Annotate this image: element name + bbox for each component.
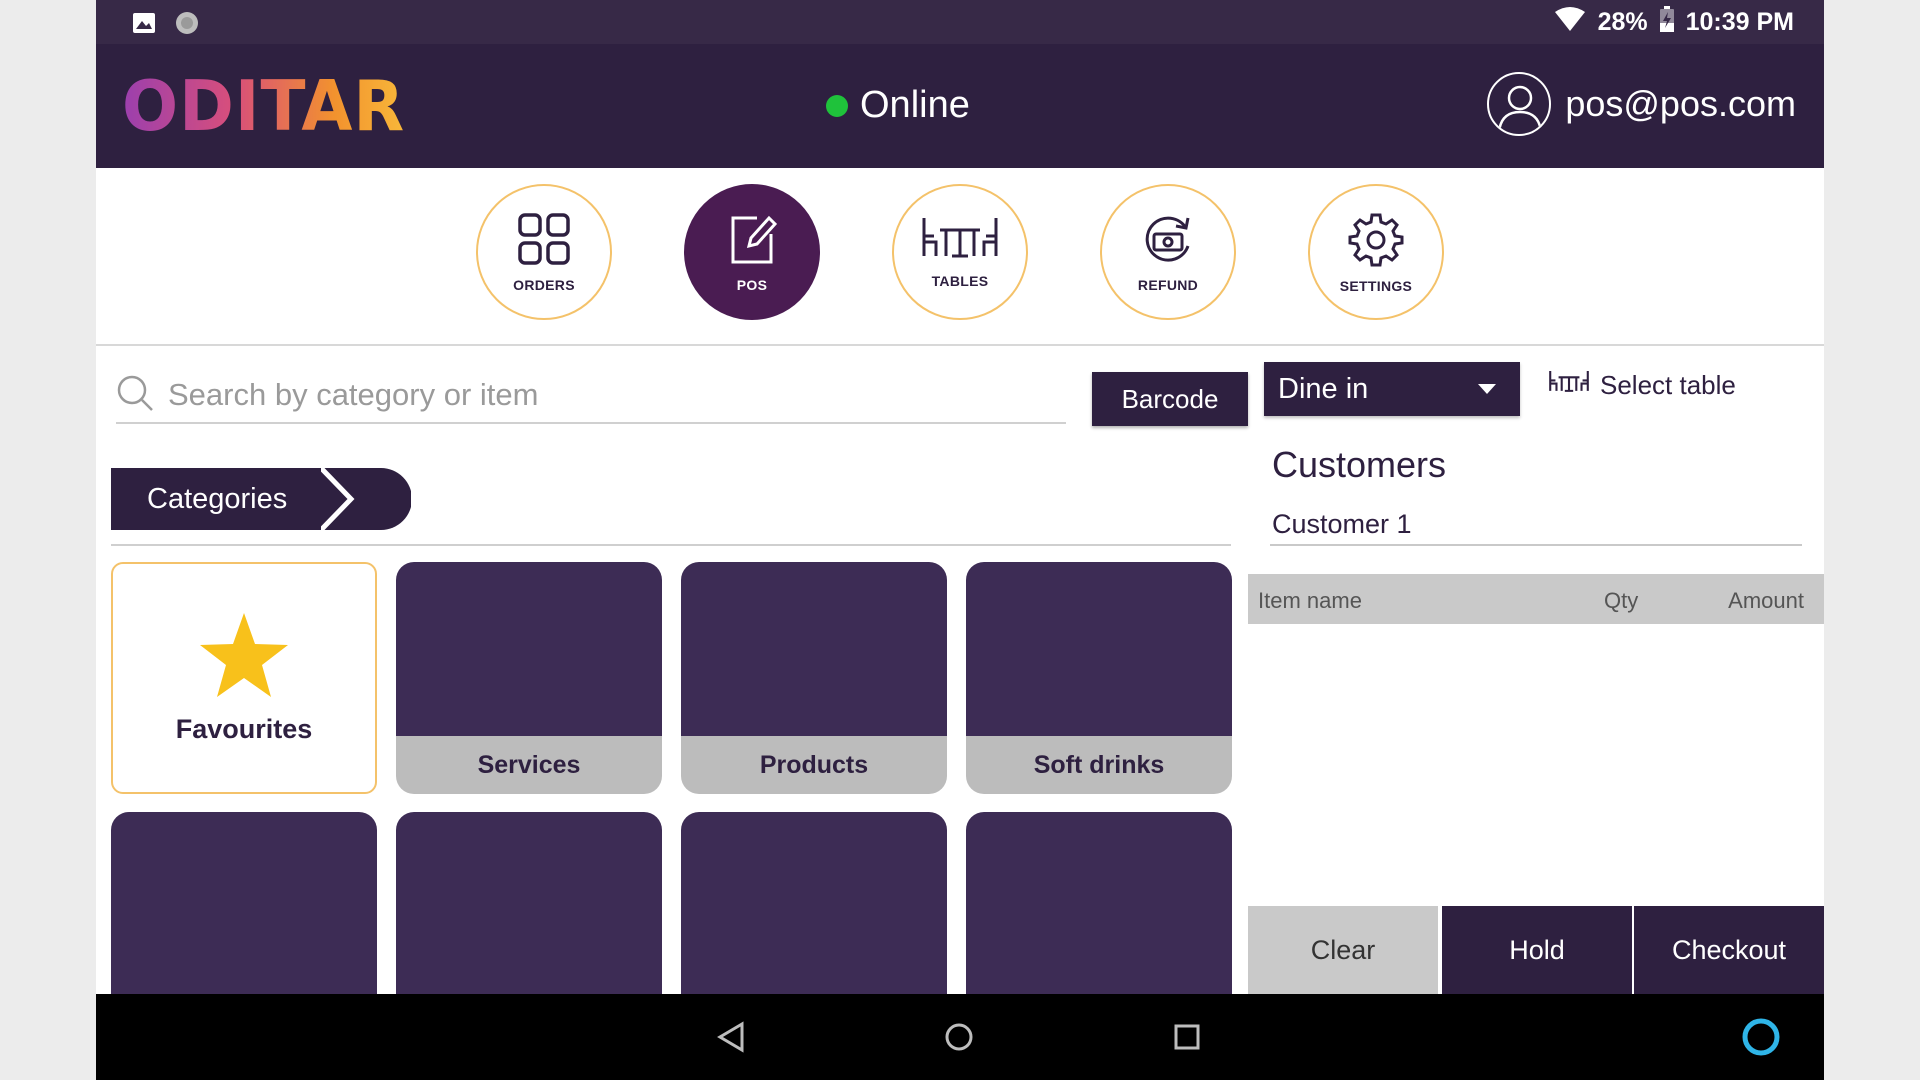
column-amount: Amount — [1728, 588, 1804, 613]
category-tile[interactable] — [396, 812, 662, 1012]
wifi-icon — [1554, 6, 1586, 39]
nav-settings-label: SETTINGS — [1339, 277, 1413, 294]
device-screen: 28% 10:39 PM ODITAR Online pos@pos.com O… — [96, 0, 1824, 1080]
account-menu[interactable]: pos@pos.com — [1487, 72, 1796, 136]
search-input[interactable] — [168, 377, 1028, 413]
hold-button[interactable]: Hold — [1442, 906, 1632, 994]
nav-pos-button[interactable]: POS — [684, 184, 820, 320]
main-nav: ORDERS POS TABLES REFUND SETTINGS — [96, 168, 1824, 346]
nav-refund-label: REFUND — [1137, 276, 1199, 293]
nav-refund-button[interactable]: REFUND — [1100, 184, 1236, 320]
nav-tables-label: TABLES — [931, 272, 989, 289]
search-bar — [116, 368, 1066, 424]
search-icon — [116, 374, 154, 417]
order-items-header: Item name Qty Amount — [1248, 574, 1824, 624]
star-icon — [198, 611, 290, 704]
column-qty: Qty — [1604, 588, 1639, 613]
home-icon[interactable] — [934, 1012, 984, 1062]
category-tile-services[interactable]: Services — [396, 562, 662, 794]
category-tile[interactable] — [111, 812, 377, 1012]
categories-divider — [111, 544, 1231, 546]
category-tile[interactable] — [966, 812, 1232, 1012]
status-bar: 28% 10:39 PM — [96, 0, 1824, 44]
column-item-name: Item name — [1258, 588, 1362, 613]
image-notification-icon — [132, 12, 156, 39]
connection-status-label: Online — [860, 84, 970, 126]
user-avatar-icon — [1487, 72, 1552, 136]
account-email: pos@pos.com — [1565, 83, 1796, 124]
nav-orders-button[interactable]: ORDERS — [476, 184, 612, 320]
tile-label: Soft drinks — [966, 736, 1232, 794]
recents-icon[interactable] — [1162, 1012, 1212, 1062]
connection-status: Online — [826, 84, 970, 127]
categories-breadcrumb[interactable]: Categories — [111, 466, 412, 532]
tile-label: Favourites — [175, 714, 313, 744]
category-tile[interactable] — [681, 812, 947, 1012]
customer-field[interactable]: Customer 1 — [1270, 504, 1802, 546]
nav-settings-button[interactable]: SETTINGS — [1308, 184, 1444, 320]
chevron-right-icon — [319, 466, 412, 532]
edit-icon — [727, 212, 778, 271]
assistant-icon[interactable] — [1736, 1012, 1786, 1062]
nav-pos-label: POS — [736, 276, 768, 293]
back-icon[interactable] — [706, 1012, 756, 1062]
app-header: ODITAR Online pos@pos.com — [96, 44, 1824, 168]
table-icon — [920, 216, 1000, 267]
clear-button[interactable]: Clear — [1248, 906, 1438, 994]
tile-label: Services — [396, 736, 662, 794]
customers-title: Customers — [1272, 444, 1447, 485]
tile-label: Products — [681, 736, 947, 794]
android-nav-bar — [96, 994, 1824, 1080]
nav-orders-label: ORDERS — [513, 276, 575, 293]
grid-icon — [517, 212, 571, 271]
refund-icon — [1140, 212, 1196, 271]
barcode-button[interactable]: Barcode — [1092, 372, 1248, 426]
online-indicator-icon — [826, 94, 848, 117]
caret-down-icon — [1478, 384, 1496, 394]
order-type-value: Dine in — [1278, 372, 1369, 405]
category-tile-favourites[interactable]: Favourites — [111, 562, 377, 794]
select-table-button[interactable]: Select table — [1548, 370, 1736, 401]
categories-label: Categories — [111, 468, 321, 530]
select-table-label: Select table — [1600, 370, 1736, 400]
oditar-logo: ODITAR — [122, 66, 406, 147]
gear-icon — [1348, 211, 1404, 272]
battery-charging-icon — [1659, 6, 1674, 39]
checkout-button[interactable]: Checkout — [1634, 906, 1824, 994]
category-tile-soft-drinks[interactable]: Soft drinks — [966, 562, 1232, 794]
order-type-dropdown[interactable]: Dine in — [1264, 362, 1520, 416]
circle-notification-icon — [174, 10, 200, 41]
battery-percent: 28% — [1597, 8, 1648, 36]
table-icon — [1548, 370, 1590, 401]
category-tile-products[interactable]: Products — [681, 562, 947, 794]
nav-tables-button[interactable]: TABLES — [892, 184, 1028, 320]
clock: 10:39 PM — [1685, 8, 1794, 36]
